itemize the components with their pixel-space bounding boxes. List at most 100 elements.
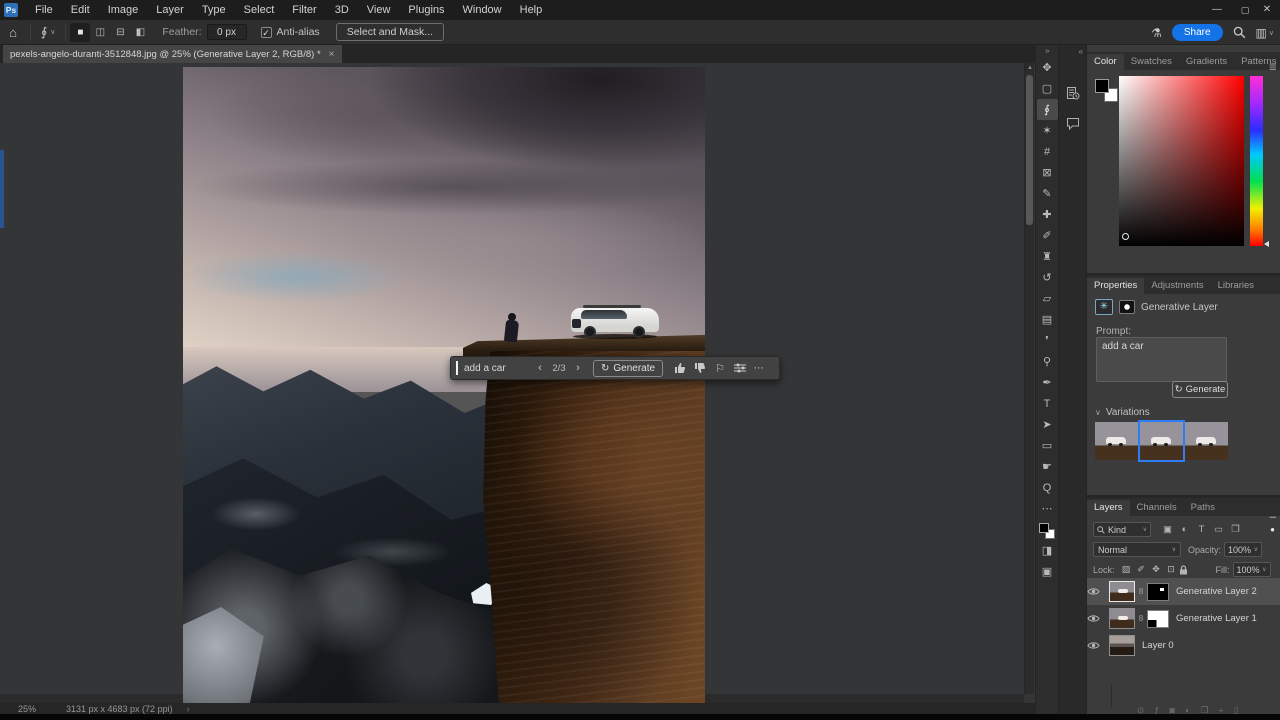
spot-healing-brush-tool[interactable]: ✚ [1037, 204, 1058, 225]
visibility-eye-icon[interactable] [1087, 587, 1109, 596]
tab-close-icon[interactable]: × [329, 49, 335, 60]
collapse-toolbar-icon[interactable]: « [1045, 45, 1049, 57]
home-icon[interactable]: ⌂ [0, 25, 26, 40]
flask-icon[interactable]: ⚗ [1151, 26, 1162, 40]
menu-filter[interactable]: Filter [283, 0, 325, 20]
foreground-color-swatch[interactable] [1095, 79, 1109, 93]
tab-adjustments[interactable]: Adjustments [1144, 278, 1210, 294]
magic-wand-tool[interactable]: ✶ [1037, 120, 1058, 141]
layer-row-generative-layer-1[interactable]: 8 Generative Layer 1 [1087, 605, 1280, 632]
foreground-color-swatch[interactable] [1039, 523, 1049, 533]
color-picker-marker[interactable] [1122, 233, 1129, 240]
layer-mask-thumbnail[interactable] [1147, 609, 1169, 628]
blur-tool[interactable]: ❜ [1037, 330, 1058, 351]
properties-sliders-button[interactable] [730, 363, 750, 373]
minimize-button[interactable]: — [1202, 0, 1232, 20]
search-icon[interactable] [1233, 26, 1246, 39]
variation-thumbnail-1[interactable] [1095, 422, 1138, 460]
hand-tool[interactable]: ☛ [1037, 456, 1058, 477]
tab-color[interactable]: Color [1087, 54, 1124, 70]
tab-properties[interactable]: Properties [1087, 278, 1145, 294]
more-options-button[interactable]: ⋯ [750, 363, 768, 374]
blend-mode-dropdown[interactable]: Normal ∨ [1093, 542, 1181, 557]
history-brush-tool[interactable]: ↺ [1037, 267, 1058, 288]
hue-slider-marker[interactable] [1264, 241, 1269, 247]
menu-view[interactable]: View [358, 0, 400, 20]
type-tool[interactable]: T [1037, 393, 1058, 414]
lock-paint-icon[interactable]: ✐ [1134, 564, 1149, 575]
comments-panel-icon[interactable] [1063, 113, 1083, 133]
tab-libraries[interactable]: Libraries [1211, 278, 1261, 294]
variation-thumbnail-3[interactable] [1185, 422, 1228, 460]
visibility-eye-icon[interactable] [1087, 614, 1109, 623]
intersect-selection-button[interactable]: ◧ [130, 23, 150, 42]
variation-thumbnail-2-selected[interactable] [1138, 420, 1185, 462]
layer-name[interactable]: Generative Layer 2 [1176, 586, 1257, 597]
hue-slider[interactable] [1250, 76, 1263, 246]
path-selection-tool[interactable]: ➤ [1037, 414, 1058, 435]
vertical-scroll-thumb[interactable] [1026, 75, 1033, 225]
thumbs-down-button[interactable] [690, 362, 710, 374]
foreground-background-colors[interactable] [1038, 522, 1056, 540]
add-to-selection-button[interactable]: ◫ [90, 23, 110, 42]
menu-image[interactable]: Image [99, 0, 148, 20]
lock-all-icon[interactable] [1179, 564, 1194, 575]
tab-layers[interactable]: Layers [1087, 500, 1130, 516]
next-variation-button[interactable]: › [570, 362, 586, 374]
rectangular-marquee-tool[interactable]: ▢ [1037, 78, 1058, 99]
menu-window[interactable]: Window [454, 0, 511, 20]
eraser-tool[interactable]: ▱ [1037, 288, 1058, 309]
pen-tool[interactable]: ✒ [1037, 372, 1058, 393]
layer-mask-thumbnail[interactable] [1147, 582, 1169, 601]
brush-tool[interactable]: ✐ [1037, 225, 1058, 246]
previous-variation-button[interactable]: ‹ [532, 362, 548, 374]
menu-plugins[interactable]: Plugins [399, 0, 453, 20]
new-selection-button[interactable]: ■ [70, 22, 91, 42]
layer-row-layer-0[interactable]: Layer 0 [1087, 632, 1280, 659]
menu-file[interactable]: File [26, 0, 62, 20]
rectangle-tool[interactable]: ▭ [1037, 435, 1058, 456]
document-tab[interactable]: pexels-angelo-duranti-3512848.jpg @ 25% … [3, 45, 342, 63]
report-flag-button[interactable]: ⚐ [710, 362, 730, 375]
layer-thumbnail[interactable] [1109, 581, 1135, 602]
lock-artboard-icon[interactable]: ⊡ [1164, 564, 1179, 575]
layer-name[interactable]: Generative Layer 1 [1176, 613, 1257, 624]
move-tool[interactable]: ✥ [1037, 57, 1058, 78]
current-tool-dropdown[interactable]: ∮ ∨ [35, 23, 61, 41]
select-and-mask-button[interactable]: Select and Mask... [335, 23, 445, 41]
filter-shape-layers-icon[interactable]: ▭ [1210, 524, 1227, 535]
tab-channels[interactable]: Channels [1130, 500, 1184, 516]
lock-position-icon[interactable]: ✥ [1149, 564, 1164, 575]
frame-tool[interactable]: ⊠ [1037, 162, 1058, 183]
antialias-checkbox[interactable]: ✓ [260, 26, 272, 38]
tab-gradients[interactable]: Gradients [1179, 54, 1234, 70]
taskbar-prompt-input[interactable]: add a car [464, 363, 532, 374]
tab-paths[interactable]: Paths [1184, 500, 1222, 516]
close-button[interactable]: ✕ [1252, 0, 1280, 20]
variations-header[interactable]: ∨ Variations [1095, 407, 1150, 418]
zoom-tool[interactable]: Q [1037, 477, 1058, 498]
prompt-textarea[interactable]: add a car [1096, 337, 1227, 382]
menu-3d[interactable]: 3D [326, 0, 358, 20]
filter-adjustment-layers-icon[interactable]: ◐ [1176, 524, 1193, 535]
filter-pixel-layers-icon[interactable]: ▣ [1159, 524, 1176, 535]
menu-edit[interactable]: Edit [62, 0, 99, 20]
generate-button[interactable]: ↻ Generate [1172, 381, 1228, 398]
layer-row-generative-layer-2[interactable]: 8 Generative Layer 2 [1087, 578, 1280, 605]
layer-name[interactable]: Layer 0 [1142, 640, 1174, 651]
scroll-up-arrow[interactable]: ▲ [1025, 63, 1035, 73]
edit-toolbar-button[interactable]: ⋯ [1037, 498, 1058, 519]
clone-stamp-tool[interactable]: ♜ [1037, 246, 1058, 267]
workspace-switcher[interactable]: ▥ ∨ [1256, 26, 1274, 40]
crop-tool[interactable]: # [1037, 141, 1058, 162]
history-panel-icon[interactable] [1063, 83, 1083, 103]
panel-menu-icon[interactable]: ≣ [1269, 62, 1277, 73]
screen-mode-button[interactable]: ▣ [1037, 561, 1058, 582]
visibility-eye-icon[interactable] [1087, 641, 1109, 650]
lock-transparency-icon[interactable]: ▨ [1119, 564, 1134, 575]
foreground-background-colors[interactable] [1095, 79, 1121, 105]
fill-dropdown[interactable]: 100% ∨ [1232, 562, 1271, 577]
layer-thumbnail[interactable] [1109, 608, 1135, 629]
status-options-arrow[interactable]: › [187, 704, 190, 714]
menu-select[interactable]: Select [235, 0, 284, 20]
